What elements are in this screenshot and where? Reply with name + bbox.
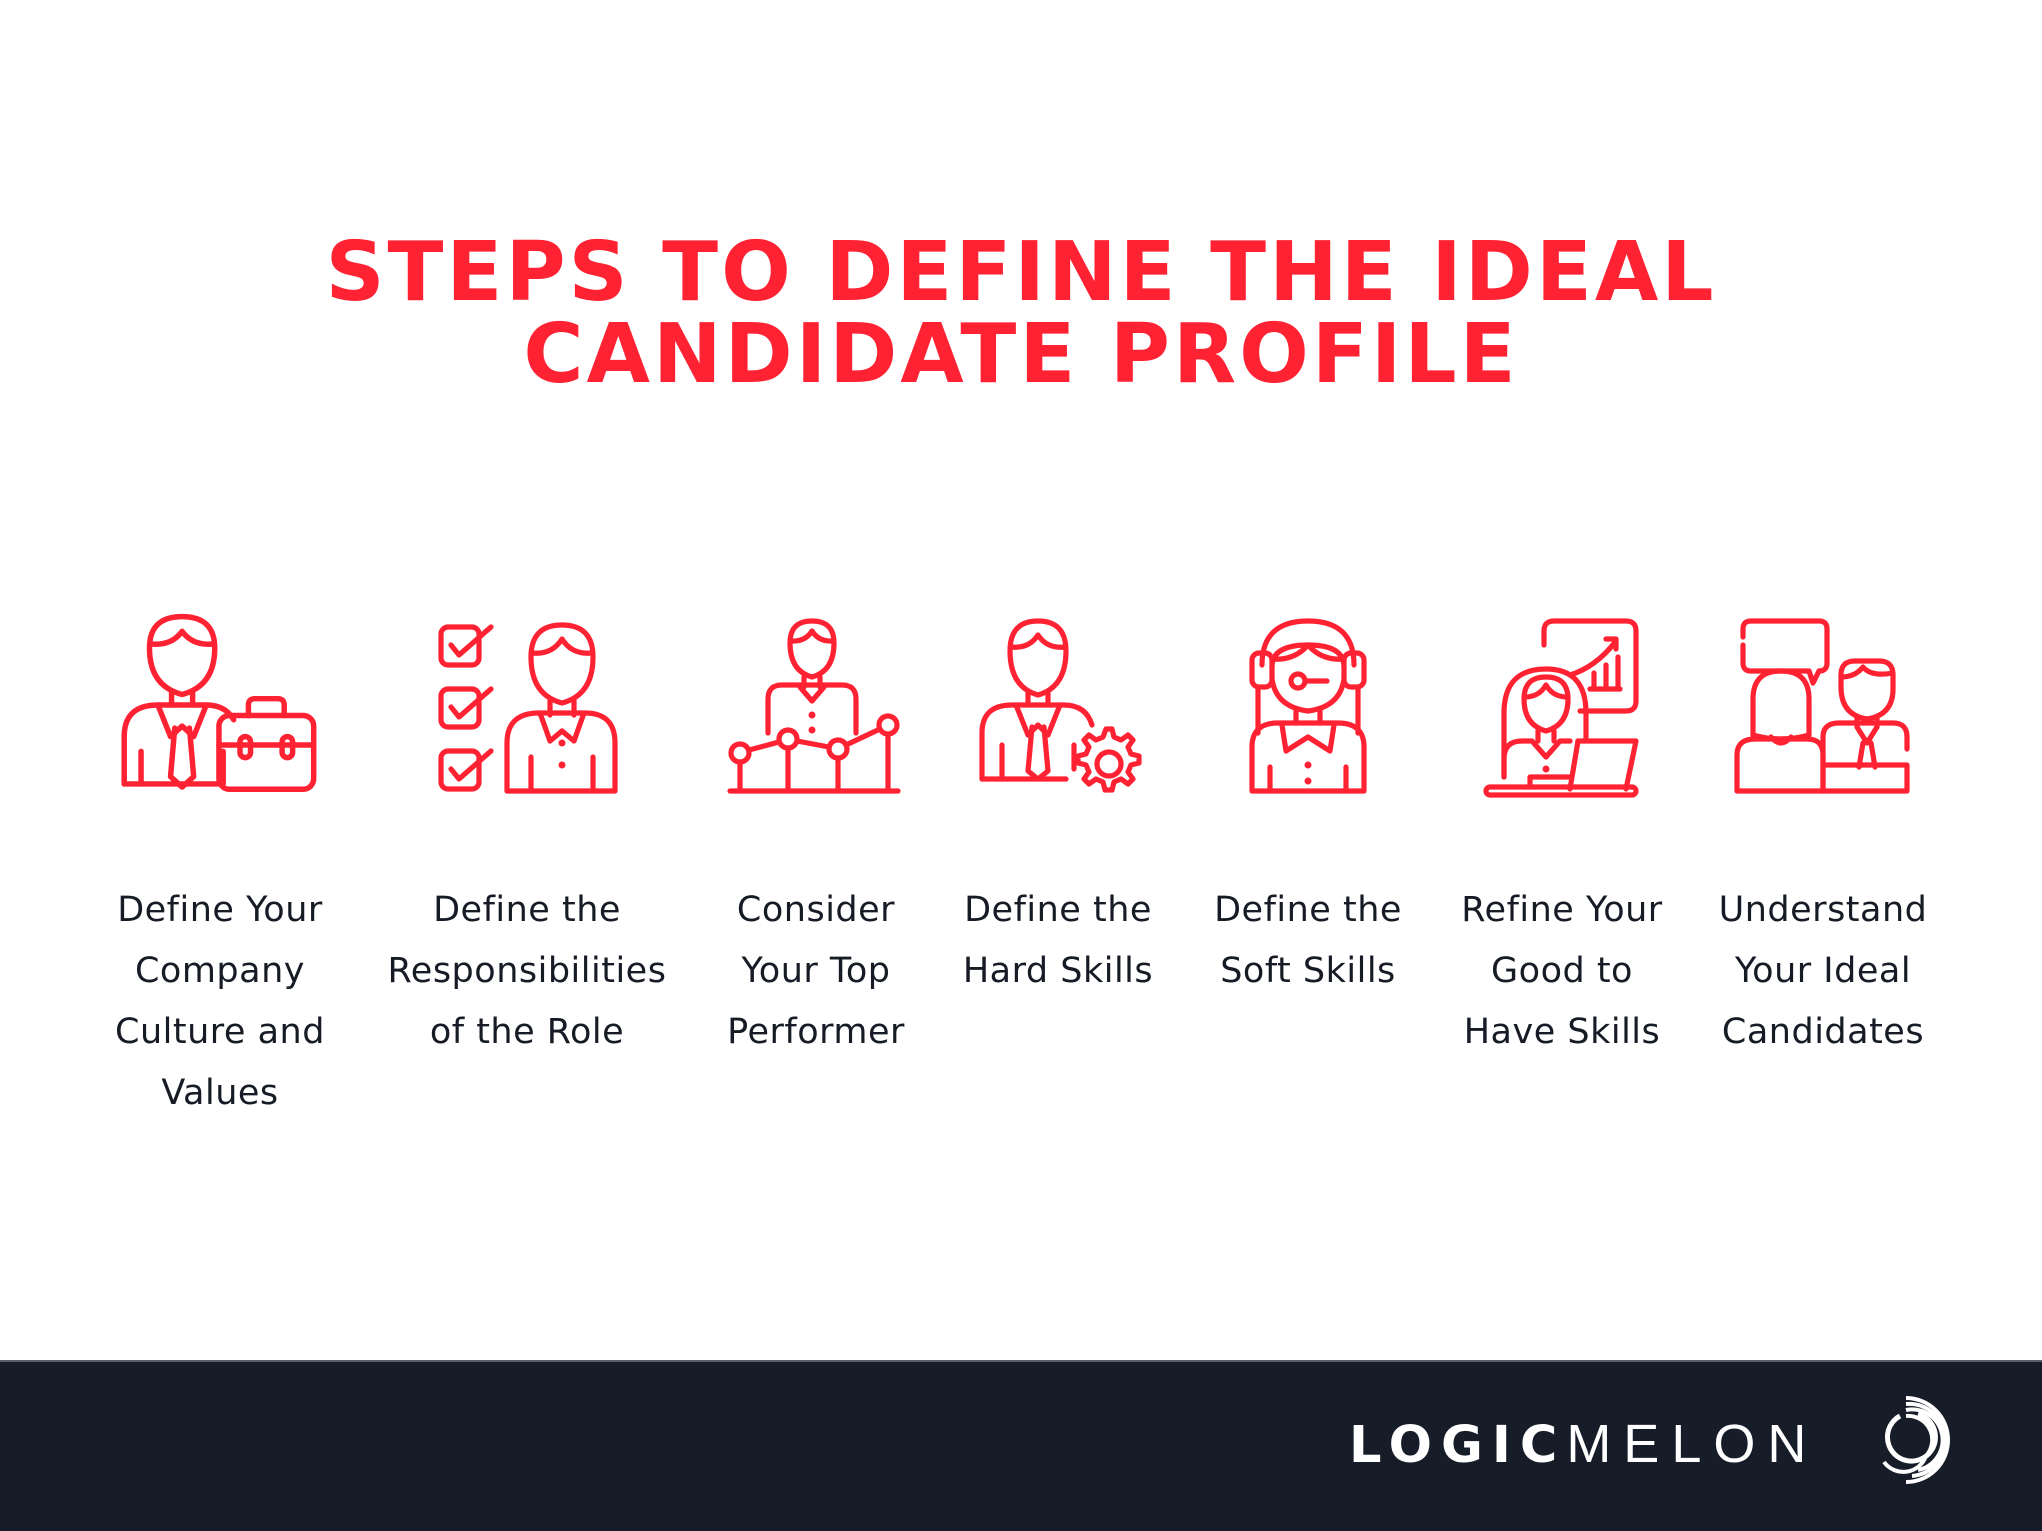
step-label: Define Your Company Culture and Values bbox=[115, 890, 325, 1113]
page-title: STEPS TO DEFINE THE IDEAL CANDIDATE PROF… bbox=[0, 232, 2042, 396]
support-headset-woman-icon bbox=[1248, 610, 1368, 800]
checklist-person-icon bbox=[437, 610, 618, 800]
brand-name-bold: LOGIC bbox=[1349, 1416, 1567, 1475]
businessman-briefcase-icon bbox=[120, 610, 320, 800]
logicmelon-rings-icon bbox=[1866, 1396, 1956, 1486]
title-line-1: STEPS TO DEFINE THE IDEAL bbox=[325, 225, 1717, 320]
brand-logo-text: LOGICMELON bbox=[1349, 1417, 1818, 1471]
woman-laptop-presentation-icon bbox=[1482, 610, 1642, 800]
step-label: Refine Your Good to Have Skills bbox=[1461, 890, 1663, 1052]
title-line-2: CANDIDATE PROFILE bbox=[523, 307, 1519, 402]
person-performance-chart-icon bbox=[726, 610, 906, 800]
footer-bar: LOGICMELON bbox=[0, 1360, 2042, 1531]
businessman-gear-icon bbox=[978, 610, 1142, 800]
step-label: Understand Your Ideal Candidates bbox=[1718, 890, 1928, 1052]
brand-name-light: MELON bbox=[1566, 1414, 1819, 1474]
interview-conversation-icon bbox=[1733, 610, 1913, 800]
step-label: Define the Responsibilities of the Role bbox=[387, 890, 667, 1052]
